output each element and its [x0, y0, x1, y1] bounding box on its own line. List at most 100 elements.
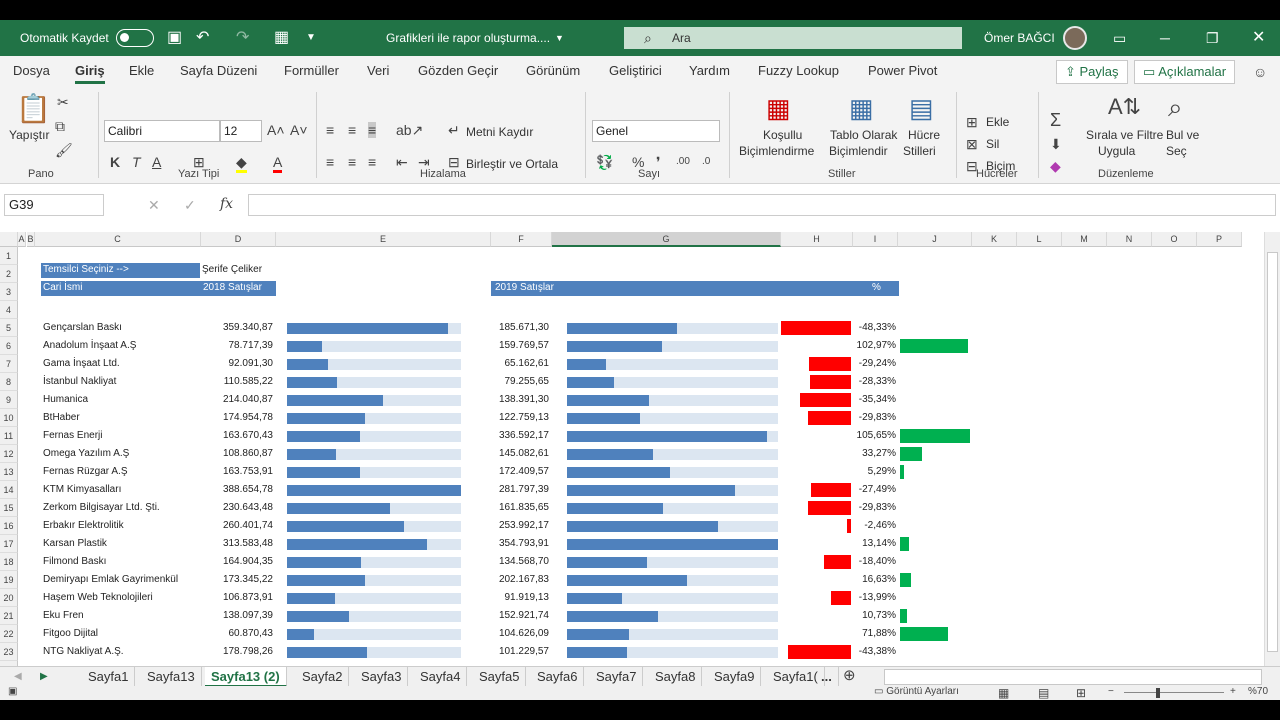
tab-dosya[interactable]: Dosya	[13, 56, 50, 86]
pct-change-cell[interactable]: -29,83%	[853, 499, 896, 517]
tab-ekle[interactable]: Ekle	[129, 56, 154, 86]
wrap-text-icon[interactable]: ↵	[448, 122, 460, 138]
merge-center-label[interactable]: Birleştir ve Ortala	[466, 157, 558, 171]
cari-name-cell[interactable]: Demiryapı Emlak Gayrimenkül	[43, 571, 178, 589]
row-header-6[interactable]: 6	[0, 337, 18, 355]
cari-name-cell[interactable]: Karsan Plastik	[43, 535, 107, 553]
sheet-tab[interactable]: Sayfa4	[414, 667, 468, 687]
column-header-b[interactable]: B	[27, 232, 35, 247]
sheet-tab[interactable]: Sayfa3	[355, 667, 409, 687]
sales-2019-cell[interactable]: 152.921,74	[491, 607, 549, 625]
cari-name-cell[interactable]: Fitgoo Dijital	[43, 625, 98, 643]
tab-gorunum[interactable]: Görünüm	[526, 56, 580, 86]
align-left-icon[interactable]: ≡	[326, 154, 334, 170]
row-header-14[interactable]: 14	[0, 481, 18, 499]
macro-record-icon[interactable]: ▣	[8, 686, 17, 697]
cari-name-cell[interactable]: NTG Nakliyat A.Ş.	[43, 643, 124, 661]
cell-styles-label-1[interactable]: Hücre	[908, 128, 940, 142]
align-center-icon[interactable]: ≡	[348, 154, 356, 170]
row-header-18[interactable]: 18	[0, 553, 18, 571]
pct-change-cell[interactable]: 5,29%	[853, 463, 896, 481]
row-header-23[interactable]: 23	[0, 643, 18, 661]
zoom-out-icon[interactable]: −	[1108, 686, 1114, 697]
sales-2018-cell[interactable]: 214.040,87	[201, 391, 273, 409]
minimize-icon[interactable]: ─	[1160, 20, 1170, 56]
cancel-icon[interactable]: ✕	[148, 197, 160, 213]
sales-2019-cell[interactable]: 354.793,91	[491, 535, 549, 553]
cond-format-label-2[interactable]: Biçimlendirme	[739, 144, 814, 158]
pct-change-cell[interactable]: -13,99%	[853, 589, 896, 607]
row-header-10[interactable]: 10	[0, 409, 18, 427]
customize-qat-icon[interactable]: ▼	[306, 20, 316, 56]
sales-2018-cell[interactable]: 164.904,35	[201, 553, 273, 571]
find-select-label-1[interactable]: Bul ve	[1166, 128, 1199, 142]
sales-2019-cell[interactable]: 202.167,83	[491, 571, 549, 589]
formula-input[interactable]	[248, 194, 1276, 216]
sales-2018-cell[interactable]: 178.798,26	[201, 643, 273, 661]
smiley-icon[interactable]: ☺	[1253, 64, 1267, 80]
sheet-tab[interactable]: Sayfa8	[649, 667, 703, 687]
sales-2019-cell[interactable]: 281.797,39	[491, 481, 549, 499]
sales-2019-cell[interactable]: 65.162,61	[491, 355, 550, 373]
zoom-slider-thumb[interactable]	[1156, 688, 1160, 698]
bold-icon[interactable]: K	[110, 154, 120, 170]
pct-change-cell[interactable]: 71,88%	[853, 625, 896, 643]
sales-2018-cell[interactable]: 163.670,43	[201, 427, 273, 445]
currency-icon[interactable]: 💱	[596, 154, 613, 170]
sales-2019-cell[interactable]: 79.255,65	[491, 373, 550, 391]
row-header-1[interactable]: 1	[0, 247, 18, 265]
copy-icon[interactable]: ⧉	[55, 118, 65, 134]
paste-label[interactable]: Yapıştır	[9, 128, 49, 142]
cond-format-label-1[interactable]: Koşullu	[763, 128, 802, 142]
sheet-tab[interactable]: Sayfa5	[473, 667, 527, 687]
row-header-15[interactable]: 15	[0, 499, 18, 517]
cari-name-cell[interactable]: KTM Kimyasalları	[43, 481, 121, 499]
page-layout-icon[interactable]: ▤	[1038, 686, 1049, 700]
sales-2018-cell[interactable]: 260.401,74	[201, 517, 273, 535]
sales-2018-cell[interactable]: 60.870,43	[201, 625, 274, 643]
row-header-17[interactable]: 17	[0, 535, 18, 553]
sales-2018-cell[interactable]: 163.753,91	[201, 463, 273, 481]
pct-change-cell[interactable]: -29,83%	[853, 409, 896, 427]
clear-icon[interactable]: ◆	[1050, 158, 1061, 174]
page-break-icon[interactable]: ⊞	[1076, 686, 1086, 700]
sales-2019-cell[interactable]: 159.769,57	[491, 337, 549, 355]
cari-name-cell[interactable]: Fernas Rüzgar A.Ş	[43, 463, 127, 481]
font-size-combo[interactable]: 12	[220, 120, 262, 142]
sales-2018-cell[interactable]: 173.345,22	[201, 571, 273, 589]
zoom-level[interactable]: %70	[1248, 686, 1268, 697]
pct-change-cell[interactable]: 16,63%	[853, 571, 896, 589]
sort-filter-icon[interactable]: A⇅	[1108, 94, 1141, 120]
vertical-scroll-thumb[interactable]	[1267, 252, 1278, 652]
column-header-p[interactable]: P	[1197, 232, 1242, 247]
sales-2018-cell[interactable]: 230.643,48	[201, 499, 273, 517]
document-title[interactable]: Grafikleri ile rapor oluşturma....	[386, 20, 550, 56]
sheet-tab[interactable]: Sayfa6	[531, 667, 585, 687]
tab-yardim[interactable]: Yardım	[689, 56, 730, 86]
sales-2018-cell[interactable]: 92.091,30	[201, 355, 274, 373]
fx-icon[interactable]: fx	[220, 196, 233, 212]
more-sheets[interactable]: ...	[815, 667, 839, 687]
cari-name-cell[interactable]: BtHaber	[43, 409, 80, 427]
row-header-13[interactable]: 13	[0, 463, 18, 481]
sales-2018-cell[interactable]: 108.860,87	[201, 445, 273, 463]
normal-view-icon[interactable]: ▦	[998, 686, 1009, 700]
column-header-k[interactable]: K	[972, 232, 1017, 247]
column-header-a[interactable]: A	[18, 232, 26, 247]
add-sheet-icon[interactable]: ⊕	[843, 668, 856, 684]
vertical-scrollbar[interactable]	[1264, 232, 1280, 666]
row-header-7[interactable]: 7	[0, 355, 18, 373]
sales-2019-cell[interactable]: 185.671,30	[491, 319, 549, 337]
next-sheet-icon[interactable]: ▶	[40, 669, 48, 685]
orientation-icon[interactable]: ab↗	[396, 122, 423, 138]
sheet-tab[interactable]: Sayfa1	[82, 667, 136, 687]
shrink-font-icon[interactable]: A˅	[290, 122, 308, 138]
row-header-2[interactable]: 2	[0, 265, 18, 283]
ribbon-display-icon[interactable]: ▭	[1113, 20, 1126, 56]
row-header-9[interactable]: 9	[0, 391, 18, 409]
name-box[interactable]: G39	[4, 194, 104, 216]
tab-veri[interactable]: Veri	[367, 56, 389, 86]
insert-label[interactable]: Ekle	[986, 115, 1009, 129]
row-header-12[interactable]: 12	[0, 445, 18, 463]
pct-change-cell[interactable]: 10,73%	[853, 607, 896, 625]
